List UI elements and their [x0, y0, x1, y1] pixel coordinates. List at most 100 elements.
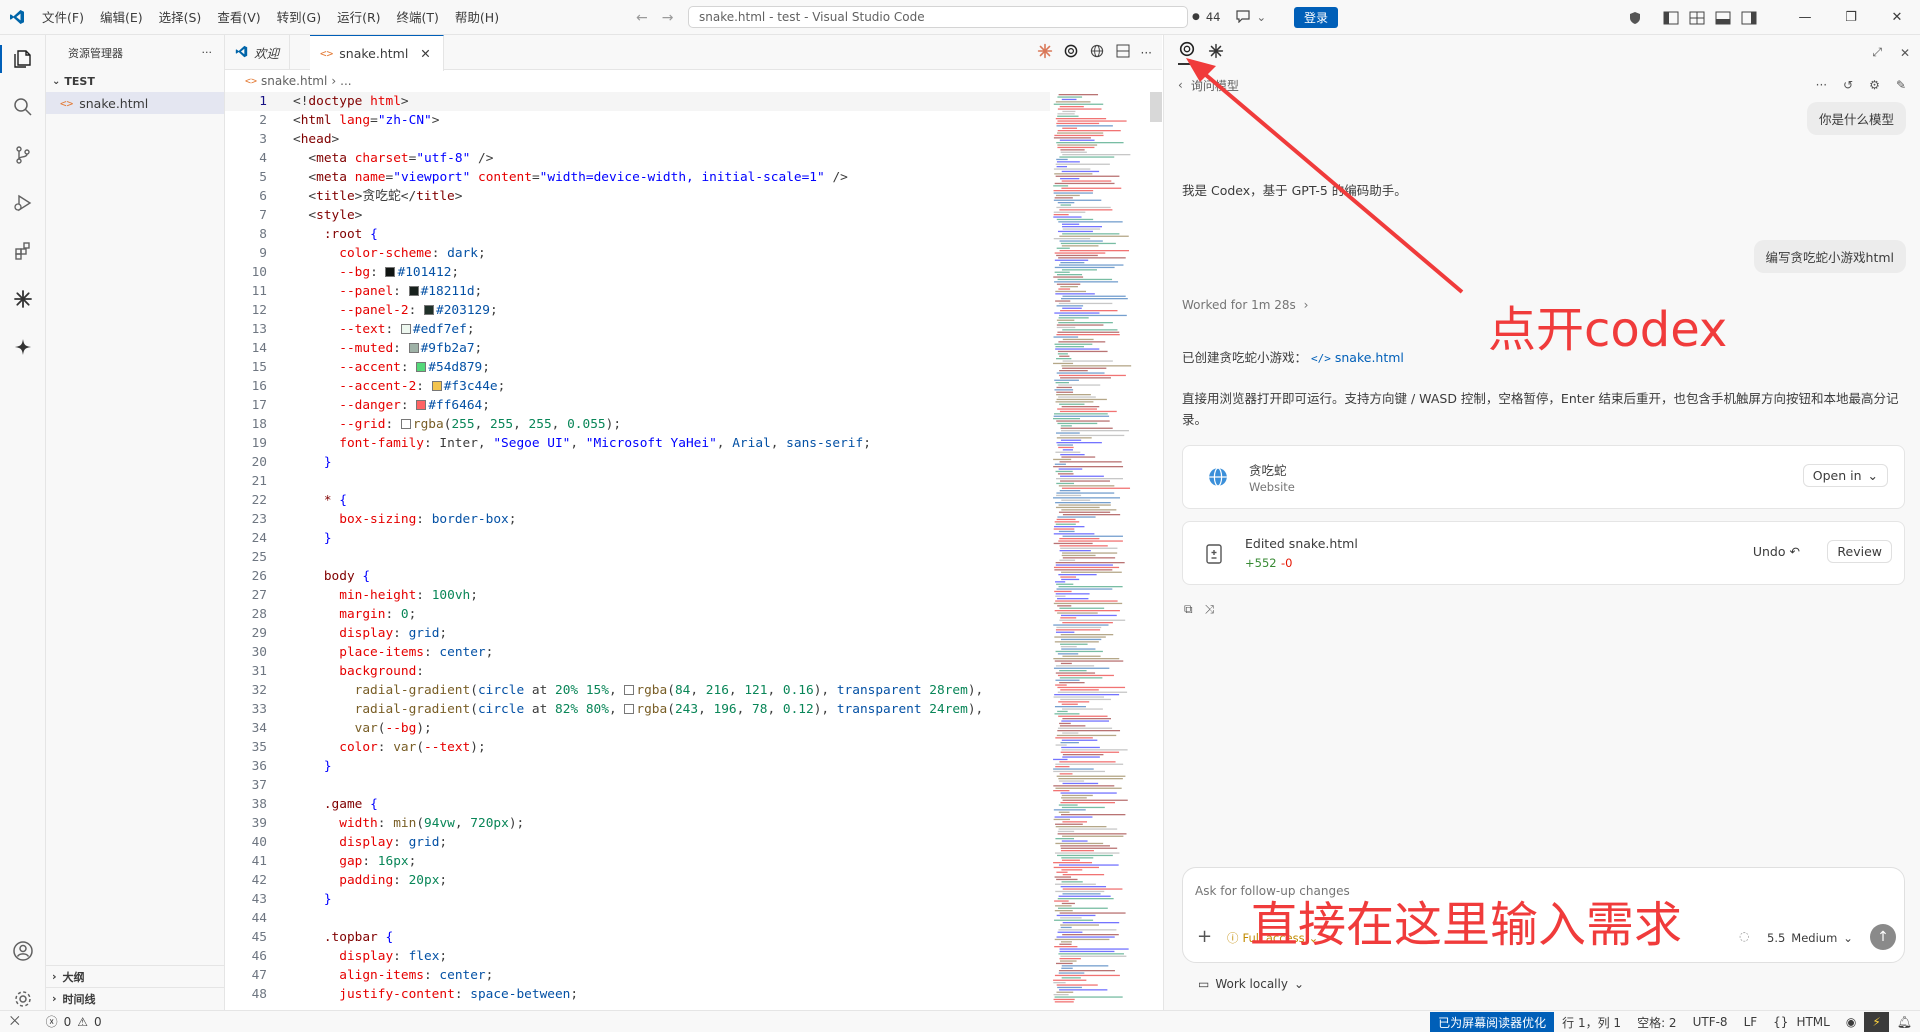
claude-icon[interactable]	[1037, 43, 1053, 62]
code-line[interactable]: 21	[225, 472, 1050, 491]
code-line[interactable]: 36 }	[225, 757, 1050, 776]
remote-icon[interactable]: ⨉	[10, 1014, 20, 1029]
code-line[interactable]: 42 padding: 20px;	[225, 871, 1050, 890]
layout-panel-icon[interactable]	[1684, 11, 1710, 25]
settings-gear-icon[interactable]: ⚙	[1869, 78, 1880, 92]
folder-section[interactable]: ⌄ TEST	[46, 70, 224, 92]
code-line[interactable]: 46 display: flex;	[225, 947, 1050, 966]
menu-item-5[interactable]: 运行(R)	[329, 0, 388, 35]
extensions-icon[interactable]	[0, 231, 46, 271]
copilot-status[interactable]: ● 44 ⌄	[1192, 6, 1266, 28]
code-line[interactable]: 13 --text: #edf7ef;	[225, 320, 1050, 339]
code-line[interactable]: 43 }	[225, 890, 1050, 909]
code-line[interactable]: 12 --panel-2: #203129;	[225, 301, 1050, 320]
code-line[interactable]: 30 place-items: center;	[225, 643, 1050, 662]
code-line[interactable]: 2 <html lang="zh-CN">	[225, 111, 1050, 130]
menu-item-6[interactable]: 终端(T)	[389, 0, 447, 35]
code-line[interactable]: 25	[225, 548, 1050, 567]
code-line[interactable]: 22 * {	[225, 491, 1050, 510]
menu-item-0[interactable]: 文件(F)	[34, 0, 92, 35]
code-line[interactable]: 41 gap: 16px;	[225, 852, 1050, 871]
menu-item-7[interactable]: 帮助(H)	[447, 0, 507, 35]
new-chat-icon[interactable]: ✎	[1896, 78, 1906, 92]
code-line[interactable]: 35 color: var(--text);	[225, 738, 1050, 757]
code-line[interactable]: 1 <!doctype html>	[225, 92, 1050, 111]
code-line[interactable]: 16 --accent-2: #f3c44e;	[225, 377, 1050, 396]
code-line[interactable]: 37	[225, 776, 1050, 795]
source-control-icon[interactable]	[0, 135, 46, 175]
indentation[interactable]: 空格: 2	[1629, 1014, 1685, 1031]
tab-snake-html[interactable]: <> snake.html ✕	[310, 35, 444, 71]
code-line[interactable]: 45 .topbar {	[225, 928, 1050, 947]
toggle-panel-icon[interactable]	[1710, 11, 1736, 25]
code-line[interactable]: 17 --danger: #ff6464;	[225, 396, 1050, 415]
back-label[interactable]: 询问模型	[1191, 77, 1239, 94]
claude-icon[interactable]	[1208, 43, 1224, 62]
file-item-snake-html[interactable]: <> snake.html	[46, 92, 224, 114]
code-line[interactable]: 26 body {	[225, 567, 1050, 586]
code-line[interactable]: 39 width: min(94vw, 720px);	[225, 814, 1050, 833]
forward-arrow-icon[interactable]: →	[662, 10, 674, 26]
code-line[interactable]: 4 <meta charset="utf-8" />	[225, 149, 1050, 168]
chevron-down-icon[interactable]: ⌄	[1257, 10, 1267, 24]
breadcrumb-file[interactable]: snake.html	[261, 74, 327, 88]
run-debug-icon[interactable]	[0, 183, 46, 223]
code-line[interactable]: 11 --panel: #18211d;	[225, 282, 1050, 301]
more-actions-icon[interactable]: ···	[1816, 78, 1827, 92]
history-icon[interactable]: ↺	[1843, 78, 1853, 92]
account-icon[interactable]	[0, 931, 46, 971]
tab-welcome[interactable]: 欢迎	[225, 35, 291, 70]
menu-item-2[interactable]: 选择(S)	[151, 0, 210, 35]
undo-button[interactable]: Undo ↶	[1753, 544, 1800, 559]
more-actions-icon[interactable]: ···	[202, 46, 213, 59]
created-file-link[interactable]: snake.html	[1335, 350, 1404, 365]
code-line[interactable]: 40 display: grid;	[225, 833, 1050, 852]
error-count[interactable]: 0	[64, 1015, 72, 1029]
review-button[interactable]: Review	[1827, 540, 1892, 563]
chat-icon[interactable]	[1235, 9, 1251, 26]
code-line[interactable]: 14 --muted: #9fb2a7;	[225, 339, 1050, 358]
minimize-button[interactable]: —	[1782, 10, 1828, 25]
code-editor[interactable]: 1 <!doctype html> 2 <html lang="zh-CN"> 3 <he…	[225, 92, 1050, 1010]
back-arrow-icon[interactable]: ←	[636, 10, 648, 26]
more-actions-icon[interactable]: ···	[1141, 46, 1152, 60]
code-line[interactable]: 29 display: grid;	[225, 624, 1050, 643]
toggle-sidebar-icon[interactable]	[1658, 11, 1684, 25]
copilot-icon[interactable]: ◉	[1838, 1015, 1864, 1029]
warning-count[interactable]: 0	[94, 1015, 102, 1029]
menu-item-1[interactable]: 编辑(E)	[92, 0, 151, 35]
code-line[interactable]: 33 radial-gradient(circle at 82% 80%, rg…	[225, 700, 1050, 719]
code-line[interactable]: 48 justify-content: space-between;	[225, 985, 1050, 1004]
add-attachment-icon[interactable]: +	[1197, 926, 1212, 947]
code-line[interactable]: 20 }	[225, 453, 1050, 472]
code-line[interactable]: 23 box-sizing: border-box;	[225, 510, 1050, 529]
vertical-scrollbar[interactable]	[1150, 92, 1162, 122]
openai-icon[interactable]	[1178, 40, 1196, 65]
code-line[interactable]: 9 color-scheme: dark;	[225, 244, 1050, 263]
send-button[interactable]: ↑	[1870, 924, 1896, 950]
code-line[interactable]: 6 <title>贪吃蛇</title>	[225, 187, 1050, 206]
code-line[interactable]: 8 :root {	[225, 225, 1050, 244]
code-line[interactable]: 10 --bg: #101412;	[225, 263, 1050, 282]
code-line[interactable]: 38 .game {	[225, 795, 1050, 814]
menu-item-4[interactable]: 转到(G)	[269, 0, 329, 35]
worked-for[interactable]: Worked for 1m 28s ›	[1182, 295, 1308, 316]
cursor-position[interactable]: 行 1，列 1	[1554, 1014, 1629, 1031]
split-editor-icon[interactable]	[1115, 43, 1131, 62]
end-of-line[interactable]: LF	[1736, 1015, 1766, 1029]
search-icon[interactable]	[0, 87, 46, 127]
timeline-section[interactable]: › 时间线	[46, 987, 225, 1009]
close-icon[interactable]: ✕	[420, 46, 430, 61]
code-line[interactable]: 28 margin: 0;	[225, 605, 1050, 624]
minimap[interactable]	[1050, 92, 1150, 1010]
close-window-button[interactable]: ✕	[1874, 10, 1920, 25]
menu-item-3[interactable]: 查看(V)	[209, 0, 268, 35]
code-line[interactable]: 15 --accent: #54d879;	[225, 358, 1050, 377]
notifications-icon[interactable]: 🔔︎	[1889, 1015, 1920, 1029]
code-line[interactable]: 24 }	[225, 529, 1050, 548]
maximize-button[interactable]: ❐	[1828, 10, 1874, 25]
openai-icon[interactable]	[1063, 43, 1079, 62]
extension-status-icon[interactable]: ⚡	[1864, 1011, 1889, 1032]
code-line[interactable]: 7 <style>	[225, 206, 1050, 225]
explorer-icon[interactable]	[0, 39, 46, 79]
